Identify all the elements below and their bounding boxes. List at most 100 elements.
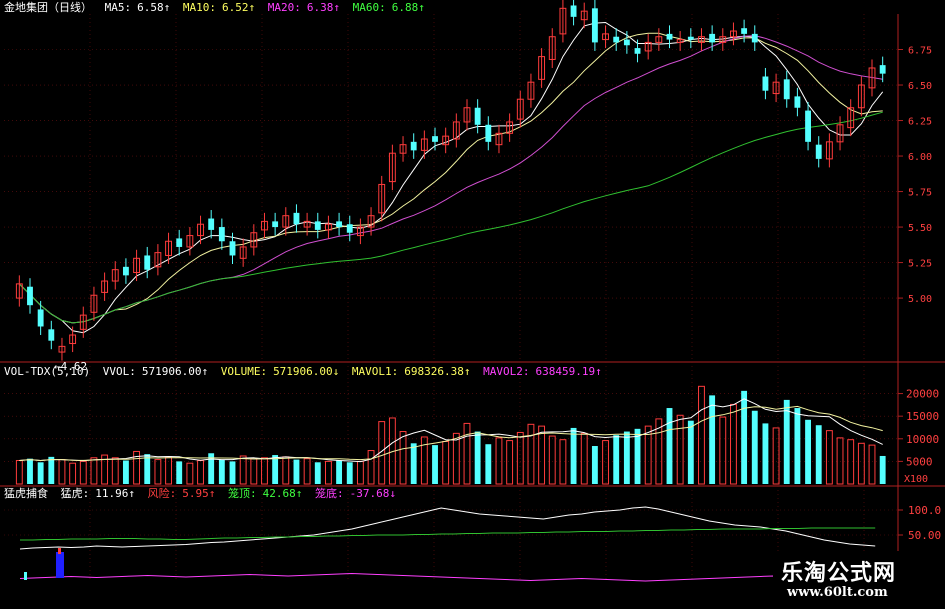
ma10-value: 6.52↑ — [222, 1, 256, 14]
volume-bar-up — [452, 432, 460, 485]
candle-down — [208, 218, 215, 230]
volume-bar-up — [186, 462, 194, 485]
volume-bar-up — [847, 439, 855, 485]
ind-tick-label: 50.00 — [908, 529, 941, 542]
volume-bar-up — [250, 458, 258, 485]
price-header: 金地集团（日线） MA5: 6.58↑ MA10: 6.52↑ MA20: 6.38↑… — [4, 1, 431, 15]
volume-bar-down — [144, 454, 151, 484]
tiger-line — [19, 506, 876, 550]
volume-bar-up — [69, 462, 77, 485]
volume-bar-up — [538, 425, 546, 485]
volume-bar-down — [410, 443, 417, 484]
top-label: 笼顶: — [228, 487, 257, 500]
volume-bar-up — [442, 440, 450, 485]
candle-down — [176, 238, 183, 247]
volume-bar-up — [506, 440, 514, 485]
volume-bar-up — [676, 414, 684, 485]
ma10-line — [18, 32, 883, 324]
risk-value: 5.95↑ — [182, 487, 216, 500]
volume-bar-up — [698, 385, 705, 485]
candle-down — [634, 48, 641, 54]
candle-down — [666, 33, 673, 40]
vol-tick-label: 10000 — [906, 433, 939, 446]
volume-bar-down — [741, 390, 748, 484]
signal-bar-peak — [58, 548, 61, 554]
vol-tick-label: 20000 — [906, 388, 939, 401]
ind-tick-label: 100.0 — [908, 504, 941, 517]
price-tick-label: 6.75 — [908, 46, 932, 57]
volume-bar-down — [346, 462, 353, 484]
candle-down — [293, 212, 300, 225]
vol-indicator-name: VOL-TDX(5,10) — [4, 365, 91, 378]
volume-bar-up — [111, 457, 119, 485]
volume-header: VOL-TDX(5,10) VVOL: 571906.00↑ VOLUME: 571… — [4, 365, 608, 379]
ma10-label: MA10: — [182, 1, 216, 14]
volume-bar-down — [783, 399, 790, 484]
volume-bar-down — [815, 425, 822, 484]
candle-down — [805, 110, 811, 142]
candle-down — [474, 107, 481, 125]
volume-bar-down — [634, 428, 641, 484]
candle-down — [783, 79, 790, 100]
candle-down — [751, 33, 758, 43]
tiger-label: 猛虎: — [60, 487, 90, 500]
price-tick-label: 5.00 — [908, 294, 932, 305]
vvol-label: VVOL: — [102, 365, 136, 378]
volume-bar-down — [485, 444, 492, 484]
volume-bar-up — [772, 427, 780, 485]
chart-canvas: 6.756.506.256.005.755.505.255.00←4.62200… — [0, 0, 945, 582]
ind-name: 猛虎捕食 — [4, 487, 48, 500]
candle-down — [815, 144, 822, 159]
volume-bar-up — [399, 431, 407, 485]
candle-down — [144, 255, 151, 270]
volume-bar-down — [794, 408, 801, 484]
volume-bar-up — [730, 403, 737, 485]
volume-bar-up — [868, 444, 876, 485]
mavol1-value: 698326.38↑ — [404, 365, 471, 378]
ma60-line — [18, 111, 883, 324]
candle-down — [794, 96, 801, 108]
volume-bar-down — [336, 460, 343, 484]
volume-bar-down — [751, 410, 758, 484]
ma5-value: 6.58↑ — [137, 1, 171, 14]
candle-down — [613, 36, 620, 43]
volume-bar-down — [218, 459, 225, 484]
ma20-value: 6.38↑ — [306, 1, 340, 14]
volume-value: 571906.00↓ — [273, 365, 340, 378]
volume-bar-down — [48, 456, 55, 484]
volume-bar-up — [602, 440, 609, 485]
volume-bar-up — [548, 435, 556, 485]
candle-down — [27, 286, 33, 306]
volume-bar-up — [282, 456, 290, 485]
watermark-url: www.60lt.com — [787, 585, 888, 600]
candle-down — [272, 221, 279, 228]
price-tick-label: 6.25 — [908, 117, 932, 128]
candle-down — [709, 33, 716, 43]
volume-bar-up — [463, 422, 471, 485]
candle-down — [336, 221, 343, 228]
top-line — [20, 527, 876, 541]
volume-bar-up — [324, 460, 332, 485]
volume-bar-down — [666, 408, 673, 484]
bottom-label: 笼底: — [315, 487, 344, 500]
volume-bar-down — [122, 460, 129, 484]
volume-bar-down — [879, 455, 886, 484]
volume-bar-up — [836, 437, 844, 485]
candle-down — [879, 65, 886, 74]
candle-down — [687, 36, 694, 40]
candle-down — [410, 141, 417, 151]
volume-bar-up — [239, 455, 247, 485]
volume-bar-up — [197, 459, 204, 485]
volume-bar-up — [559, 439, 567, 485]
volume-bar-up — [165, 456, 172, 485]
volume-bar-up — [15, 459, 23, 485]
volume-bar-down — [27, 458, 33, 484]
candle-down — [314, 221, 321, 230]
ma5-label: MA5: — [104, 1, 132, 14]
volume-bar-up — [580, 432, 588, 485]
candle-down — [762, 76, 769, 91]
price-tick-label: 5.75 — [908, 188, 932, 199]
volume-bar-down — [176, 461, 183, 484]
stock-name: 金地集团（日线） — [4, 1, 92, 14]
watermark-title: 乐淘公式网 — [781, 561, 897, 586]
